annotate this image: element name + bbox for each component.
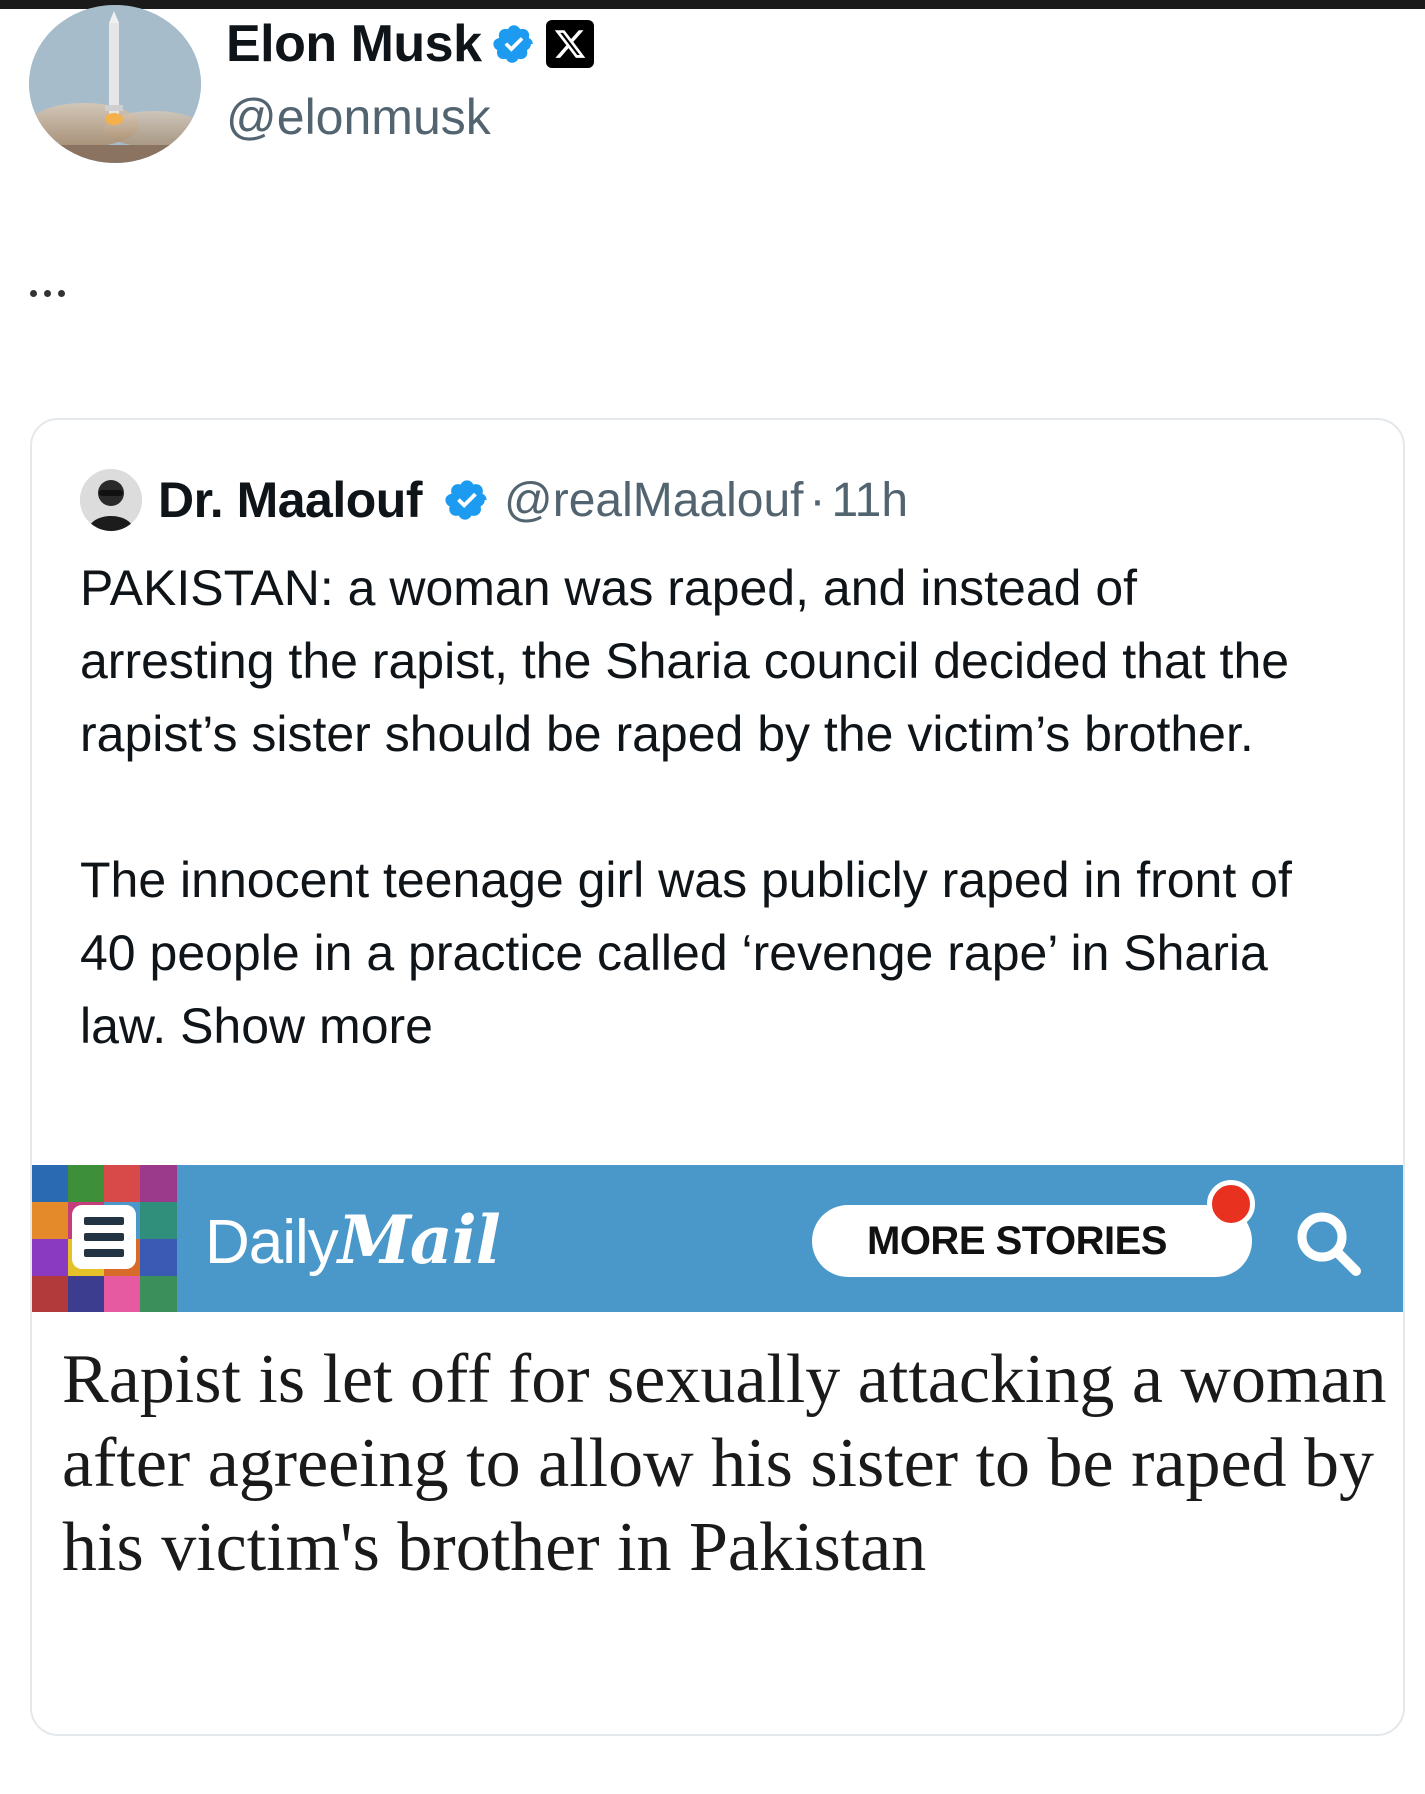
- paragraph-2: The innocent teenage girl was publicly r…: [80, 844, 1340, 1063]
- show-more-link[interactable]: Show more: [180, 998, 433, 1054]
- verified-badge-icon: [492, 25, 533, 63]
- more-stories-button[interactable]: MORE STORIES: [812, 1205, 1252, 1277]
- x-logo-icon: [545, 20, 594, 68]
- separator: ·: [809, 473, 826, 527]
- search-icon[interactable]: [1288, 1203, 1368, 1283]
- logo-daily: Daily: [205, 1208, 339, 1277]
- dot: [58, 290, 65, 297]
- daily-mail-logo[interactable]: Daily Mail: [205, 1201, 501, 1281]
- more-options-icon[interactable]: [30, 290, 65, 297]
- verified-badge-icon: [445, 480, 487, 520]
- logo-mail: Mail: [337, 1201, 501, 1279]
- quoted-handle[interactable]: @realMaalouf: [504, 473, 804, 528]
- paragraph-1: PAKISTAN: a woman was raped, and instead…: [80, 560, 1290, 762]
- quoted-author-name[interactable]: Dr. Maalouf: [158, 471, 422, 529]
- quoted-avatar[interactable]: [80, 469, 142, 531]
- quoted-tweet-text: PAKISTAN: a woman was raped, and instead…: [80, 552, 1340, 1063]
- author-name-row: Elon Musk: [226, 14, 594, 74]
- timestamp[interactable]: 11h: [832, 473, 909, 528]
- top-bar: [0, 0, 1425, 9]
- rocket-launch-icon: [29, 5, 201, 163]
- quoted-tweet-header: Dr. Maalouf @realMaalouf · 11h: [80, 468, 908, 532]
- author-handle[interactable]: @elonmusk: [226, 88, 491, 146]
- article-headline[interactable]: Rapist is let off for sexually attacking…: [62, 1338, 1392, 1590]
- quoted-tweet-card[interactable]: Dr. Maalouf @realMaalouf · 11h PAKISTAN:…: [30, 418, 1405, 1736]
- dot: [44, 290, 51, 297]
- notification-dot: [1207, 1180, 1255, 1228]
- dot: [30, 290, 37, 297]
- display-name[interactable]: Elon Musk: [226, 14, 482, 74]
- avatar[interactable]: [29, 5, 201, 163]
- person-silhouette-icon: [80, 469, 142, 531]
- menu-icon[interactable]: [72, 1205, 136, 1269]
- daily-mail-banner: Daily Mail MORE STORIES: [32, 1165, 1403, 1312]
